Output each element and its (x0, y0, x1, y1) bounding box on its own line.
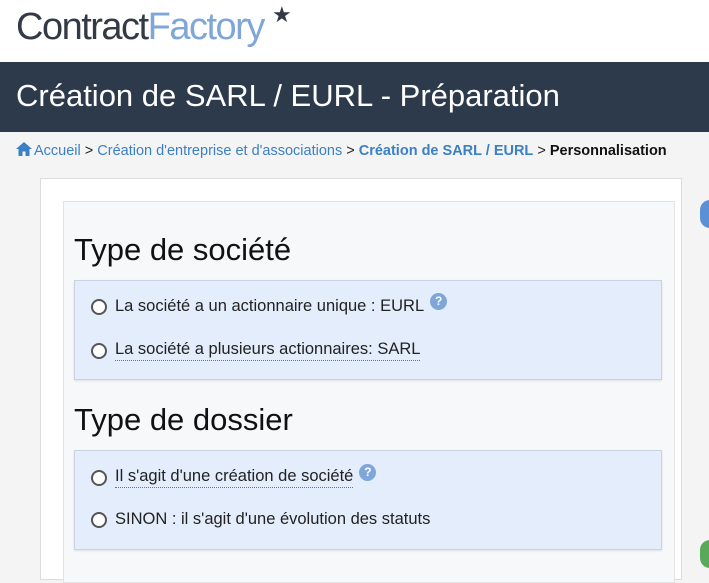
side-step-indicator-green[interactable] (700, 540, 709, 568)
question-circle-icon[interactable]: ? (430, 293, 448, 310)
option-label: La société a plusieurs actionnaires: SAR… (115, 340, 421, 361)
radio-unchecked-icon[interactable] (91, 342, 107, 359)
option-label: Il s'agit d'une création de société (115, 467, 354, 488)
contractfactory-logo[interactable]: ContractFactory ★ (16, 2, 292, 49)
title-bar: Création de SARL / EURL - Préparation (0, 62, 709, 132)
breadcrumb-current: Personnalisation (549, 143, 667, 159)
section-title-type-societe: Type de société (74, 232, 292, 267)
question-circle-icon[interactable]: ? (359, 464, 377, 481)
breadcrumb-home-label: Accueil (34, 143, 81, 159)
option-label: La société a un actionnaire unique : EUR… (115, 297, 425, 315)
breadcrumb-link-creation-entreprise[interactable]: Création d'entreprise et d'associations (97, 143, 342, 159)
breadcrumb-link-sarl-eurl[interactable]: Création de SARL / EURL (359, 143, 534, 159)
radio-unchecked-icon[interactable] (91, 469, 107, 486)
logo-bar: ContractFactory ★ (0, 0, 709, 62)
breadcrumb: Accueil > Création d'entreprise et d'ass… (16, 142, 667, 159)
options-type-societe: La société a un actionnaire unique : EUR… (74, 280, 662, 380)
question-panel: Type de société La société a un actionna… (63, 201, 675, 583)
page-title: Création de SARL / EURL - Préparation (16, 78, 560, 113)
home-icon (16, 142, 32, 156)
star-icon: ★ (272, 2, 292, 27)
main-card: Type de société La société a un actionna… (40, 178, 682, 583)
option-creation-societe[interactable]: Il s'agit d'une création de société ? (91, 464, 377, 488)
section-title-type-dossier: Type de dossier (74, 402, 293, 437)
option-eurl[interactable]: La société a un actionnaire unique : EUR… (91, 293, 448, 316)
radio-unchecked-icon[interactable] (91, 511, 107, 528)
breadcrumb-separator: > (84, 143, 94, 159)
side-step-indicator-blue[interactable] (700, 200, 709, 228)
logo-text-factory: Factory (147, 6, 266, 48)
breadcrumb-home-link[interactable]: Accueil (16, 142, 81, 159)
breadcrumb-separator: > (346, 143, 355, 159)
option-evolution-statuts[interactable]: SINON : il s'agit d'une évolution des st… (91, 510, 430, 529)
breadcrumb-separator: > (537, 143, 546, 159)
logo-text-contract: Contract (16, 6, 149, 48)
radio-unchecked-icon[interactable] (91, 298, 107, 315)
option-label: SINON : il s'agit d'une évolution des st… (115, 510, 431, 528)
options-type-dossier: Il s'agit d'une création de société ? SI… (74, 450, 662, 550)
option-sarl[interactable]: La société a plusieurs actionnaires: SAR… (91, 340, 421, 361)
